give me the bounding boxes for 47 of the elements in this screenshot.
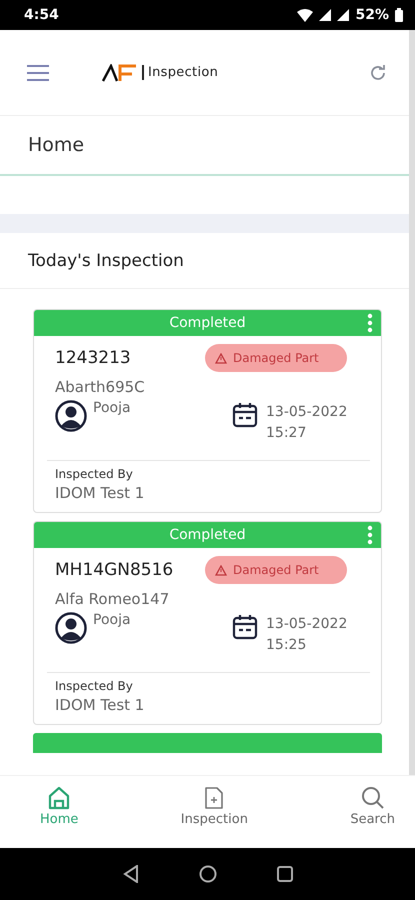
inspection-card[interactable]: Completed MH14GN8516 Damaged Part Alfa Romeo147 Pooja 13-05-2022 15:25 Inspected By IDOM Test 1 — [33, 521, 382, 725]
status-label: Completed — [169, 315, 246, 331]
inspected-by-label: Inspected By — [55, 679, 134, 693]
section-title: Today's Inspection — [28, 250, 184, 270]
search-icon — [360, 786, 385, 810]
inspection-date: 13-05-2022 — [266, 403, 348, 422]
damaged-part-badge: Damaged Part — [205, 344, 347, 372]
vehicle-model: Abarth695C — [55, 378, 146, 396]
vehicle-number: MH14GN8516 — [55, 560, 174, 580]
clock: 4:54 — [24, 7, 59, 23]
back-icon[interactable] — [122, 865, 138, 883]
inspection-card[interactable]: Completed 1243213 Damaged Part Abarth695C Pooja 13-05-2022 15:27 Inspected By IDOM Test 1 — [33, 309, 382, 513]
status-label: Completed — [169, 527, 246, 543]
recents-icon[interactable] — [276, 866, 292, 882]
more-options-button[interactable] — [367, 313, 373, 333]
nav-tab[interactable]: Search — [350, 786, 395, 830]
inspected-by-label: Inspected By — [55, 467, 134, 481]
inspection-time: 15:25 — [266, 636, 308, 655]
inspector-name: IDOM Test 1 — [55, 696, 146, 714]
owner-name: Pooja — [93, 612, 131, 628]
logo-icon — [102, 64, 138, 82]
owner-name: Pooja — [93, 400, 131, 416]
battery-percent: 52% — [355, 7, 389, 23]
nav-tab[interactable]: Inspection — [180, 786, 248, 830]
signal-icon — [319, 9, 332, 21]
calendar-icon — [232, 402, 258, 428]
house-icon — [48, 786, 70, 810]
avatar-icon — [55, 400, 87, 432]
app-name: Inspection — [142, 65, 218, 80]
home-circle-icon[interactable] — [198, 865, 216, 883]
signal-icon — [337, 9, 350, 21]
battery-icon — [395, 8, 403, 22]
nav-tab[interactable]: Home — [40, 786, 78, 830]
document-plus-icon — [204, 786, 224, 810]
page-title: Home — [28, 134, 84, 156]
menu-button[interactable] — [26, 64, 50, 80]
wifi-icon — [297, 8, 314, 22]
avatar-icon — [55, 612, 87, 644]
inspection-date: 13-05-2022 — [266, 615, 348, 634]
inspection-time: 15:27 — [266, 424, 308, 443]
vehicle-model: Alfa Romeo147 — [55, 590, 170, 608]
more-options-button[interactable] — [367, 525, 373, 545]
inspector-name: IDOM Test 1 — [55, 484, 146, 502]
refresh-button[interactable] — [369, 64, 387, 82]
calendar-icon — [232, 614, 258, 640]
vehicle-number: 1243213 — [55, 348, 131, 368]
damaged-part-badge: Damaged Part — [205, 556, 347, 584]
